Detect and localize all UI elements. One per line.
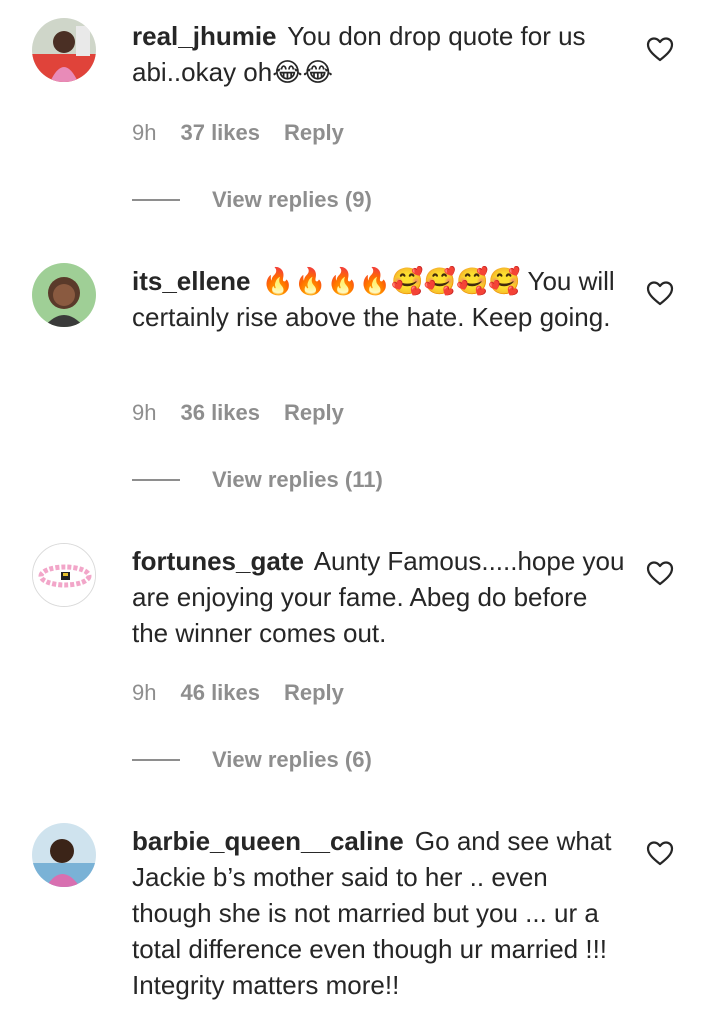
- comment-username[interactable]: real_jhumie: [132, 21, 277, 51]
- view-replies-label: View replies (6): [212, 747, 372, 772]
- heart-icon[interactable]: [646, 36, 674, 62]
- view-replies-button[interactable]: View replies (6): [132, 746, 372, 774]
- heart-icon[interactable]: [646, 280, 674, 306]
- comment-username[interactable]: barbie_queen__caline: [132, 826, 404, 856]
- view-replies-label: View replies (11): [212, 467, 383, 492]
- comment-likes[interactable]: 36 likes: [180, 399, 260, 427]
- comment-time: 9h: [132, 120, 157, 145]
- divider: [132, 759, 180, 761]
- divider: [132, 199, 180, 201]
- comment-text: real_jhumie You don drop quote for us ab…: [132, 18, 627, 90]
- avatar[interactable]: [32, 263, 96, 327]
- comment-meta: 9h 46 likes Reply: [132, 679, 344, 707]
- comment-time: 9h: [132, 680, 157, 705]
- comment-likes[interactable]: 46 likes: [180, 679, 260, 707]
- comment-likes[interactable]: 37 likes: [180, 119, 260, 147]
- comment-text: barbie_queen__caline Go and see what Jac…: [132, 823, 627, 1003]
- comment-meta: 9h 36 likes Reply: [132, 399, 344, 427]
- avatar[interactable]: [32, 543, 96, 607]
- view-replies-button[interactable]: View replies (9): [132, 186, 372, 214]
- avatar[interactable]: [32, 823, 96, 887]
- view-replies-label: View replies (9): [212, 187, 372, 212]
- avatar[interactable]: [32, 18, 96, 82]
- comment-text: fortunes_gate Aunty Famous.....hope you …: [132, 543, 627, 651]
- comment-username[interactable]: fortunes_gate: [132, 546, 304, 576]
- comment-username[interactable]: its_ellene: [132, 266, 251, 296]
- divider: [132, 479, 180, 481]
- comment-time: 9h: [132, 400, 157, 425]
- comment-text: its_ellene 🔥🔥🔥🔥🥰🥰🥰🥰 You will certainly r…: [132, 263, 627, 335]
- reply-button[interactable]: Reply: [284, 119, 344, 147]
- view-replies-button[interactable]: View replies (11): [132, 466, 383, 494]
- heart-icon[interactable]: [646, 560, 674, 586]
- reply-button[interactable]: Reply: [284, 679, 344, 707]
- reply-button[interactable]: Reply: [284, 399, 344, 427]
- heart-icon[interactable]: [646, 840, 674, 866]
- comment-meta: 9h 37 likes Reply: [132, 119, 344, 147]
